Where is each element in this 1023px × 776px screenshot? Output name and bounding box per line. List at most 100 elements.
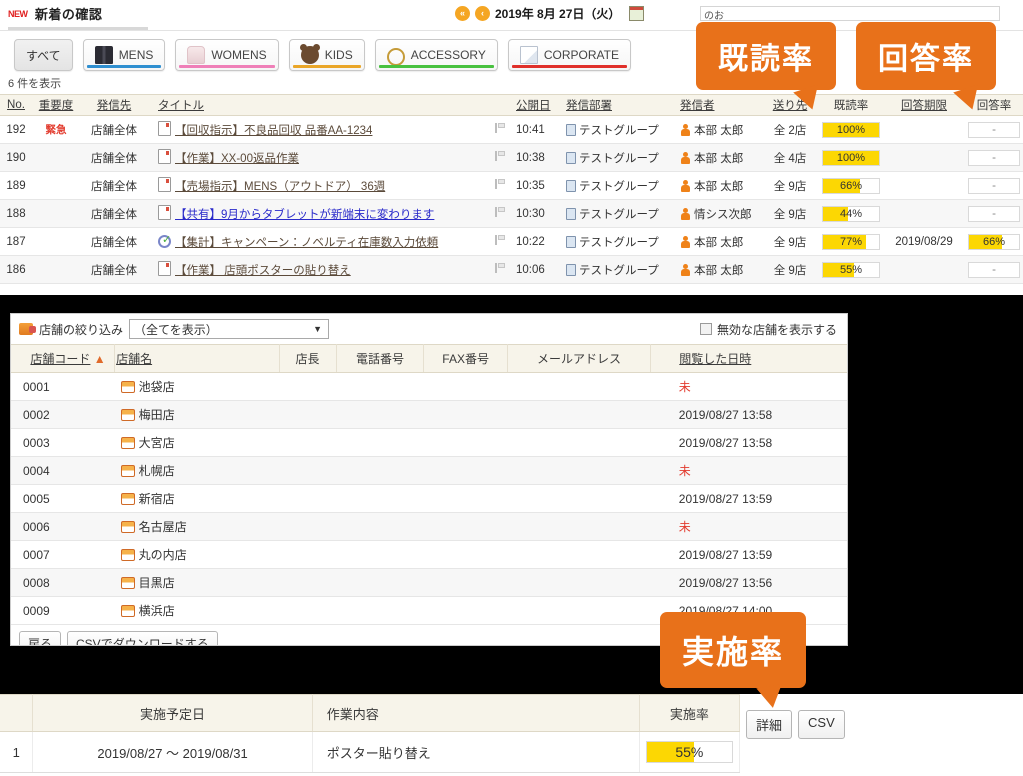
tab-kids[interactable]: KIDS — [288, 39, 365, 71]
calendar-icon[interactable] — [629, 6, 645, 21]
task-csv-button[interactable]: CSV — [798, 710, 845, 739]
col-implementation-rate: 実施率 — [639, 694, 741, 732]
notice-title-link[interactable]: 【回収指示】不良品回収 品番AA-1234 — [175, 125, 372, 137]
csv-download-button[interactable]: CSVでダウンロードする — [67, 631, 218, 645]
cell-viewed-datetime: 2019/08/27 13:59 — [650, 540, 847, 569]
cell-flag[interactable] — [487, 143, 513, 172]
col-title[interactable]: タイトル — [148, 94, 487, 116]
back-button[interactable]: 戻る — [19, 631, 62, 645]
flag-icon[interactable] — [494, 263, 506, 273]
answer-rate-bar: - — [968, 121, 1020, 138]
col-store-email[interactable]: メールアドレス — [507, 344, 652, 373]
store-row[interactable]: 0002 梅田店 2019/08/27 13:58 — [11, 400, 847, 429]
store-row[interactable]: 0004 札幌店 未 — [11, 456, 847, 485]
first-page-icon[interactable]: « — [455, 6, 470, 21]
cell-store-code: 0005 — [11, 484, 115, 513]
col-store-manager[interactable]: 店長 — [279, 344, 337, 373]
cell-title[interactable]: 【共有】9月からタブレットが新端末に変わります — [148, 199, 487, 228]
notice-title-link[interactable]: 【売場指示】MENS（アウトドア） 36週 — [175, 181, 385, 193]
cell-recipient: 全 4店 — [761, 143, 819, 172]
col-store-tel[interactable]: 電話番号 — [336, 344, 425, 373]
department-icon — [566, 235, 576, 248]
flag-icon[interactable] — [494, 179, 506, 189]
col-store-name[interactable]: 店舗名 — [114, 344, 280, 373]
tab-all[interactable]: すべて — [14, 39, 73, 71]
cell-viewed-datetime: 未 — [650, 372, 847, 401]
answer-rate-bar: - — [968, 205, 1020, 222]
notice-title-link[interactable]: 【集計】キャンペーン：ノベルティ在庫数入力依頼 — [175, 237, 438, 249]
col-department[interactable]: 発信部署 — [563, 94, 677, 116]
cell-flag[interactable] — [487, 171, 513, 200]
department-icon — [566, 123, 576, 136]
detail-button[interactable]: 詳細 — [746, 710, 793, 739]
cell-store-name: 名古屋店 — [114, 512, 280, 541]
cell-flag[interactable] — [487, 227, 513, 256]
cell-store-fax — [423, 456, 508, 485]
tab-corporate[interactable]: CORPORATE — [507, 39, 631, 71]
cell-title[interactable]: 【作業】XX-00返品作業 — [148, 143, 487, 172]
notice-title-link[interactable]: 【作業】XX-00返品作業 — [175, 153, 299, 165]
flag-icon[interactable] — [494, 235, 506, 245]
answer-rate-bar: - — [968, 149, 1020, 166]
store-filter-select[interactable]: （全てを表示） ▼ — [129, 319, 330, 339]
store-row[interactable]: 0007 丸の内店 2019/08/27 13:59 — [11, 540, 847, 569]
table-row[interactable]: 189 店舗全体 【売場指示】MENS（アウトドア） 36週 10:35 テストグループ… — [0, 171, 1023, 200]
col-publish-date[interactable]: 公開日 — [513, 94, 563, 116]
cell-work-content: ポスター貼り替え — [312, 731, 640, 773]
table-row[interactable]: 192 緊急 店舗全体 【回収指示】不良品回収 品番AA-1234 10:41 テストグル… — [0, 115, 1023, 144]
col-store-fax[interactable]: FAX番号 — [423, 344, 508, 373]
cell-destination: 店舗全体 — [80, 199, 148, 228]
cell-title[interactable]: 【作業】 店頭ポスターの貼り替え — [148, 255, 487, 284]
table-row[interactable]: 188 店舗全体 【共有】9月からタブレットが新端末に変わります 10:30 テストグル… — [0, 199, 1023, 228]
cell-title[interactable]: 【集計】キャンペーン：ノベルティ在庫数入力依頼 — [148, 227, 487, 256]
cell-store-manager — [279, 568, 336, 597]
store-row[interactable]: 0008 目黒店 2019/08/27 13:56 — [11, 568, 847, 597]
cell-flag[interactable] — [487, 255, 513, 284]
table-row[interactable]: 187 店舗全体 【集計】キャンペーン：ノベルティ在庫数入力依頼 10:22テストグル… — [0, 227, 1023, 256]
tab-all-label: すべて — [26, 48, 61, 63]
col-viewed-datetime[interactable]: 閲覧した日時 — [650, 344, 847, 373]
cell-store-name: 札幌店 — [114, 456, 280, 485]
checkbox-icon[interactable] — [699, 323, 712, 335]
prev-page-icon[interactable]: ‹ — [475, 6, 490, 21]
show-invalid-stores-toggle[interactable]: 無効な店舗を表示する — [699, 321, 839, 338]
flag-icon[interactable] — [494, 123, 506, 133]
cell-flag[interactable] — [487, 115, 513, 144]
cell-viewed-datetime: 2019/08/27 13:59 — [650, 484, 847, 513]
col-task-index — [0, 694, 34, 732]
col-store-code[interactable]: 店舗コード ▲ — [11, 344, 116, 373]
cell-answer-rate: - — [965, 255, 1023, 284]
cell-title[interactable]: 【回収指示】不良品回収 品番AA-1234 — [148, 115, 487, 144]
cell-store-manager — [279, 456, 336, 485]
col-sender[interactable]: 発信者 — [677, 94, 761, 116]
notice-title-link[interactable]: 【共有】9月からタブレットが新端末に変わります — [175, 209, 434, 221]
store-row[interactable]: 0003 大宮店 2019/08/27 13:58 — [11, 428, 847, 457]
read-rate-bar: 100% — [822, 121, 880, 138]
tab-mens[interactable]: MENS — [82, 39, 166, 71]
store-row[interactable]: 0001 池袋店 未 — [11, 372, 847, 401]
flag-icon[interactable] — [494, 151, 506, 161]
col-destination[interactable]: 発信先 — [80, 94, 148, 116]
table-row[interactable]: 186 店舗全体 【作業】 店頭ポスターの貼り替え 10:06 テストグループ 本部 太郎… — [0, 255, 1023, 284]
cell-answer-deadline — [883, 171, 965, 200]
tab-womens[interactable]: WOMENS — [175, 39, 279, 71]
store-row[interactable]: 0006 名古屋店 未 — [11, 512, 847, 541]
cell-store-name: 新宿店 — [114, 484, 280, 513]
cell-store-code: 0003 — [11, 428, 115, 457]
obscured-field[interactable]: のお — [700, 6, 1000, 21]
task-row[interactable]: 1 2019/08/27 ～ 2019/08/31 ポスター貼り替え 55% — [0, 731, 741, 773]
store-row[interactable]: 0005 新宿店 2019/08/27 13:59 — [11, 484, 847, 513]
cell-title[interactable]: 【売場指示】MENS（アウトドア） 36週 — [148, 171, 487, 200]
col-priority[interactable]: 重要度 — [32, 94, 80, 116]
tab-accessory[interactable]: ACCESSORY — [374, 39, 498, 71]
cell-answer-rate: - — [965, 143, 1023, 172]
flag-icon[interactable] — [494, 207, 506, 217]
cell-viewed-datetime: 未 — [650, 456, 847, 485]
table-row[interactable]: 190 店舗全体 【作業】XX-00返品作業 10:38 テストグループ 本部 太郎全 4… — [0, 143, 1023, 172]
cell-destination: 店舗全体 — [80, 227, 148, 256]
col-no[interactable]: No. — [0, 94, 32, 116]
notice-title-link[interactable]: 【作業】 店頭ポスターの貼り替え — [175, 265, 351, 277]
col-read-rate[interactable]: 既読率 — [819, 94, 883, 116]
cell-flag[interactable] — [487, 199, 513, 228]
col-answer-deadline[interactable]: 回答期限 — [883, 94, 965, 116]
